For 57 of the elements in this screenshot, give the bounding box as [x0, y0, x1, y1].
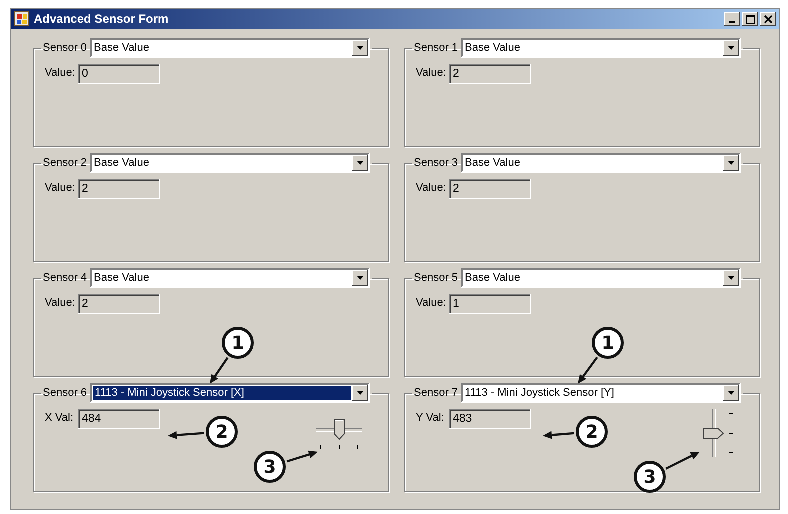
callout-arrow: [578, 356, 598, 384]
caret-icon: [356, 276, 364, 280]
sensor-dropdown[interactable]: Base Value: [461, 268, 742, 288]
maximize-button[interactable]: [742, 12, 758, 26]
sensor-dropdown[interactable]: 1113 - Mini Joystick Sensor [X]: [90, 383, 370, 403]
slider[interactable]: [703, 409, 733, 457]
value-label: Value:: [45, 297, 76, 309]
caret-icon: [728, 161, 735, 165]
caret-icon: [356, 391, 364, 395]
value-field[interactable]: 484: [78, 409, 160, 429]
value-label: Value:: [416, 182, 448, 194]
sensor-dropdown[interactable]: Base Value: [90, 268, 370, 288]
callout-arrow: [666, 452, 700, 470]
caret-icon: [728, 391, 735, 395]
sensor-label: Sensor 5: [414, 272, 458, 284]
sensor-label: Sensor 4: [43, 272, 88, 284]
sensor-dropdown[interactable]: Base Value: [461, 153, 742, 173]
sensor-label: Sensor 7: [414, 387, 458, 399]
caret-icon: [356, 161, 364, 165]
minimize-button[interactable]: [724, 12, 740, 26]
minimize-icon: [729, 21, 735, 23]
caret-icon: [728, 276, 735, 280]
window-title: Advanced Sensor Form: [34, 12, 169, 26]
sensor-label: Sensor 2: [43, 157, 88, 169]
callout-arrow: [168, 431, 204, 440]
sensor-label: Sensor 0: [43, 42, 88, 54]
maximize-icon: [746, 14, 754, 24]
value-label: X Val:: [45, 412, 75, 424]
sensor-label: Sensor 6: [43, 387, 88, 399]
value-label: Value:: [45, 182, 76, 194]
value-label: Value:: [416, 67, 448, 79]
callout-arrow: [543, 431, 574, 440]
callout-arrow: [286, 450, 318, 463]
value-field[interactable]: 1: [449, 294, 531, 314]
value-field[interactable]: 2: [78, 294, 160, 314]
caret-icon: [728, 46, 735, 50]
value-label: Value:: [416, 297, 448, 309]
value-field[interactable]: 0: [78, 64, 160, 84]
slider-thumb[interactable]: [703, 428, 724, 439]
value-field[interactable]: 2: [449, 64, 531, 84]
slider-thumb[interactable]: [334, 419, 345, 440]
sensor-dropdown[interactable]: Base Value: [90, 153, 370, 173]
sensor-dropdown[interactable]: 1113 - Mini Joystick Sensor [Y]: [461, 383, 742, 403]
callout-arrow: [210, 357, 229, 384]
value-label: Y Val:: [416, 412, 446, 424]
app-icon: [14, 11, 30, 27]
value-field[interactable]: 2: [78, 179, 160, 199]
sensor-label: Sensor 3: [414, 157, 458, 169]
close-button[interactable]: [760, 12, 776, 26]
value-field[interactable]: 483: [449, 409, 531, 429]
value-label: Value:: [45, 67, 76, 79]
sensor-label: Sensor 1: [414, 42, 458, 54]
close-icon: [764, 14, 772, 24]
sensor-dropdown[interactable]: Base Value: [461, 38, 742, 58]
caret-icon: [356, 46, 364, 50]
value-field[interactable]: 2: [449, 179, 531, 199]
sensor-dropdown[interactable]: Base Value: [90, 38, 370, 58]
